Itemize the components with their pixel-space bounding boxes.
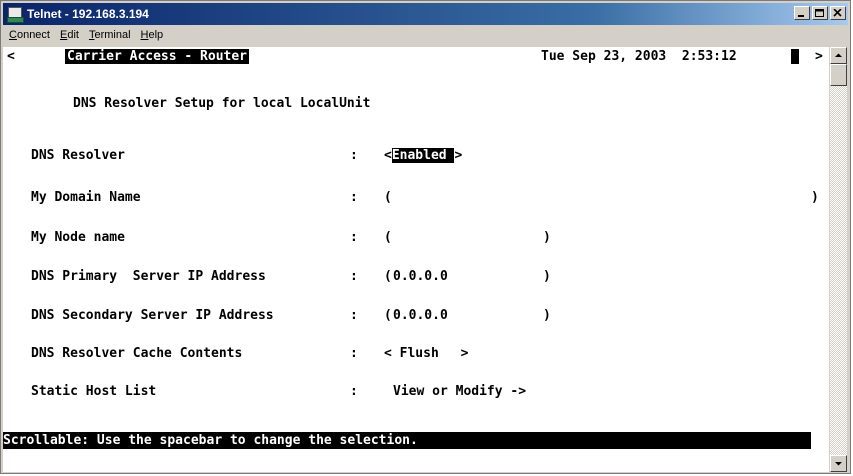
minimize-button[interactable] [794,6,810,20]
field-label-static-host-list: Static Host List [31,384,157,399]
node-name-input[interactable] [398,230,528,246]
telnet-app-icon[interactable] [7,6,24,23]
domain-name-input[interactable] [398,190,798,206]
dns-resolver-selector[interactable]: <Enabled > [384,148,462,163]
terminal-screen[interactable]: < Carrier Access - Router Tue Sep 23, 20… [3,47,829,472]
scroll-up-button[interactable] [830,47,847,64]
title-bar[interactable]: Telnet - 192.168.3.194 [3,3,848,25]
page-title: DNS Resolver Setup for local LocalUnit [73,96,371,111]
maximize-button[interactable] [812,6,828,20]
field-label-cache-contents: DNS Resolver Cache Contents [31,346,243,361]
view-or-modify-link[interactable]: View or Modify -> [393,384,526,399]
header-right-marker: > [815,49,823,64]
secondary-dns-input[interactable]: 0.0.0.0 [393,308,448,323]
domain-name-close: ) [811,190,819,205]
window-controls [792,6,846,20]
field-sep: : [350,190,358,205]
flush-cache-label: Flush [391,346,447,361]
field-sep: : [350,384,358,399]
node-name-open: ( [384,230,392,245]
field-sep: : [350,308,358,323]
header-datetime: Tue Sep 23, 2003 2:53:12 [541,49,737,64]
close-button[interactable] [830,6,846,20]
field-label-domain-name: My Domain Name [31,190,141,205]
window-title: Telnet - 192.168.3.194 [27,7,149,21]
field-label-node-name: My Node name [31,230,125,245]
status-line: Scrollable: Use the spacebar to change t… [3,432,811,449]
header-product: Carrier Access - Router [65,49,250,64]
header-left-marker: < [7,49,15,64]
node-name-close: ) [543,230,551,245]
field-sep: : [350,346,358,361]
secondary-dns-open: ( [384,308,392,323]
telnet-window: Telnet - 192.168.3.194 Connect Edit Term… [0,0,851,474]
domain-name-open: ( [384,190,392,205]
menu-help[interactable]: Help [135,29,168,41]
maximize-icon [815,9,824,17]
vertical-scrollbar[interactable] [830,47,847,472]
primary-dns-close: ) [543,269,551,284]
field-label-dns-resolver: DNS Resolver [31,148,125,163]
terminal-cursor [791,49,799,64]
field-label-primary-dns: DNS Primary Server IP Address [31,269,266,284]
primary-dns-open: ( [384,269,392,284]
scroll-down-arrow-icon [835,462,842,466]
scroll-up-arrow-icon [835,53,842,57]
field-sep: : [350,230,358,245]
field-sep: : [350,269,358,284]
flush-cache-button[interactable]: < Flush > [384,346,468,361]
field-label-secondary-dns: DNS Secondary Server IP Address [31,308,274,323]
minimize-icon [798,15,804,17]
menu-terminal[interactable]: Terminal [83,29,135,41]
scroll-thumb[interactable] [830,64,847,86]
field-sep: : [350,148,358,163]
scroll-down-button[interactable] [830,455,847,472]
secondary-dns-close: ) [543,308,551,323]
close-icon [833,9,842,17]
dns-resolver-value: Enabled [391,148,455,163]
menu-connect[interactable]: Connect [3,29,54,41]
menu-bar: Connect Edit Terminal Help [3,26,167,44]
primary-dns-input[interactable]: 0.0.0.0 [393,269,448,284]
menu-edit[interactable]: Edit [54,29,83,41]
